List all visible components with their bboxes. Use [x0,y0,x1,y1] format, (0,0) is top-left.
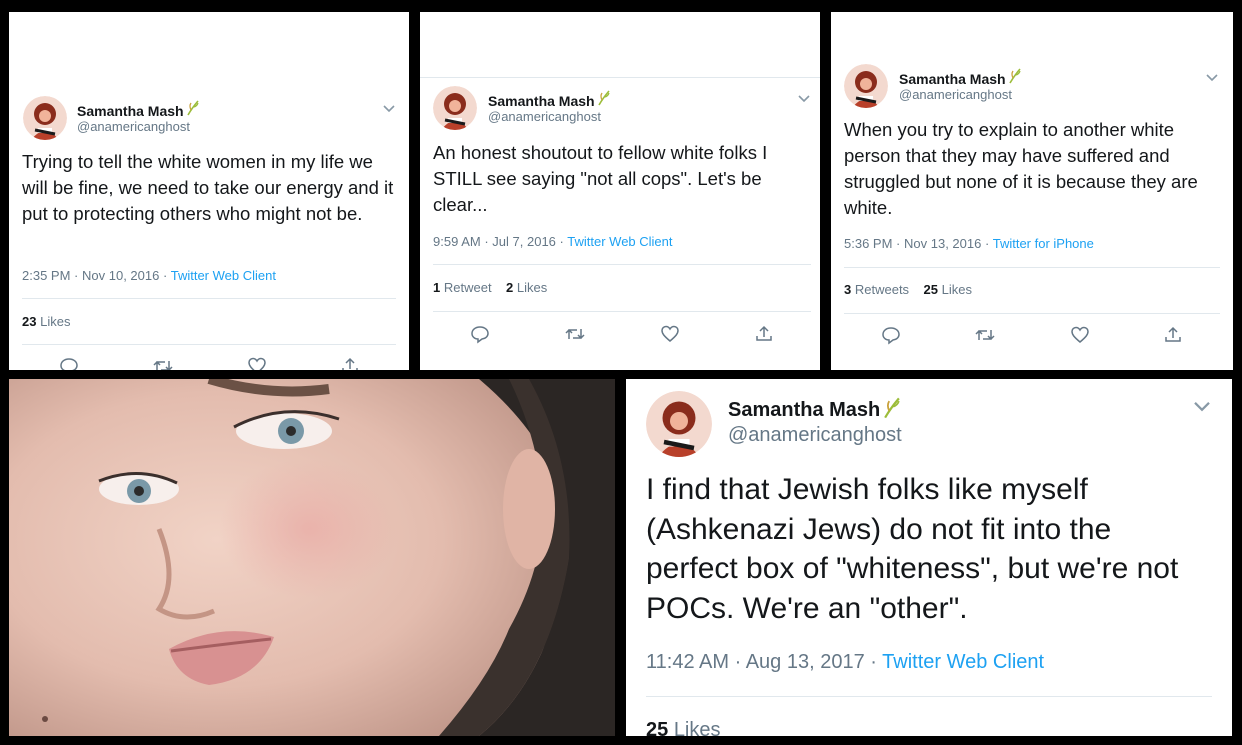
like-icon[interactable] [1070,325,1090,350]
like-icon[interactable] [660,324,680,349]
tweet-actions [844,325,1220,350]
divider [433,264,811,265]
share-icon[interactable] [340,356,360,370]
chevron-down-icon[interactable] [1205,70,1219,88]
retweets-stat[interactable]: 1 Retweet [433,280,492,295]
tweet-screenshot-2: Samantha Mash @anamericanghost An honest… [420,12,820,370]
tweet-actions [22,356,396,370]
user-handle[interactable]: @anamericanghost [488,109,601,124]
avatar[interactable] [433,86,477,130]
chevron-down-icon[interactable] [1192,400,1212,419]
tweet-meta: 2:35 PM · Nov 10, 2016 · Twitter Web Cli… [22,268,276,283]
divider [433,311,811,312]
tweet-time: 9:59 AM [433,234,481,249]
tweet-text: When you try to explain to another white… [844,119,1198,218]
chevron-down-icon[interactable] [797,91,811,109]
retweet-icon[interactable] [564,324,586,349]
reply-icon[interactable] [59,356,79,370]
retweet-icon[interactable] [974,325,996,350]
header-bar [420,12,820,78]
tweet-date: Nov 10, 2016 [82,268,160,283]
likes-stat[interactable]: 2 Likes [506,280,547,295]
divider [22,298,396,299]
tweet-meta: 11:42 AM · Aug 13, 2017 · Twitter Web Cl… [646,651,1045,673]
portrait-photo [9,379,615,736]
display-name[interactable]: Samantha Mash [899,71,1006,87]
tweet-meta: 9:59 AM · Jul 7, 2016 · Twitter Web Clie… [433,234,673,249]
tweet-client-link[interactable]: Twitter Web Client [882,651,1044,673]
display-name[interactable]: Samantha Mash [488,93,595,109]
tweet-stats: 3 Retweets 25 Likes [844,282,972,297]
tweet-stats: 25 Likes [646,719,721,736]
retweet-icon[interactable] [152,356,174,370]
display-name[interactable]: Samantha Mash [77,103,184,119]
leaf-icon [1008,68,1022,89]
tweet-actions [433,324,811,349]
tweet-client-link[interactable]: Twitter Web Client [567,234,672,249]
avatar[interactable] [844,64,888,108]
tweet-screenshot-4: Samantha Mash @anamericanghost I find th… [626,379,1232,736]
tweet-screenshot-3: Samantha Mash @anamericanghost When you … [831,12,1233,370]
tweet-time: 5:36 PM [844,236,893,251]
likes-stat[interactable]: 25 Likes [924,282,972,297]
user-handle[interactable]: @anamericanghost [728,424,902,447]
tweet-client-link[interactable]: Twitter Web Client [171,268,276,283]
leaf-icon [882,397,902,424]
divider [844,267,1220,268]
chevron-down-icon[interactable] [382,101,396,119]
reply-icon[interactable] [881,325,901,350]
tweet-meta: 5:36 PM · Nov 13, 2016 · Twitter for iPh… [844,236,1094,251]
tweet-text: Trying to tell the white women in my lif… [22,151,394,224]
user-handle[interactable]: @anamericanghost [77,119,190,134]
tweet-time: 11:42 AM [646,651,730,673]
face-photo [9,379,615,736]
likes-stat[interactable]: 25 Likes [646,719,721,736]
divider [844,313,1220,314]
tweet-stats: 23 Likes [22,314,70,329]
reply-icon[interactable] [470,324,490,349]
tweet-client-link[interactable]: Twitter for iPhone [993,236,1094,251]
retweets-stat[interactable]: 3 Retweets [844,282,909,297]
share-icon[interactable] [1163,325,1183,350]
tweet-stats: 1 Retweet 2 Likes [433,280,547,295]
avatar[interactable] [646,391,712,457]
tweet-date: Nov 13, 2016 [904,236,982,251]
leaf-icon [186,100,200,121]
display-name[interactable]: Samantha Mash [728,399,880,422]
share-icon[interactable] [754,324,774,349]
divider [646,696,1212,697]
avatar[interactable] [23,96,67,140]
tweet-text: An honest shoutout to fellow white folks… [433,142,768,215]
like-icon[interactable] [247,356,267,370]
leaf-icon [597,90,611,111]
tweet-time: 2:35 PM [22,268,71,283]
divider [22,344,396,345]
tweet-date: Jul 7, 2016 [492,234,556,249]
user-handle[interactable]: @anamericanghost [899,87,1012,102]
tweet-date: Aug 13, 2017 [745,651,865,673]
likes-stat[interactable]: 23 Likes [22,314,70,329]
tweet-text: I find that Jewish folks like myself (As… [646,473,1179,625]
tweet-screenshot-1: Samantha Mash @anamericanghost Trying to… [9,12,409,370]
